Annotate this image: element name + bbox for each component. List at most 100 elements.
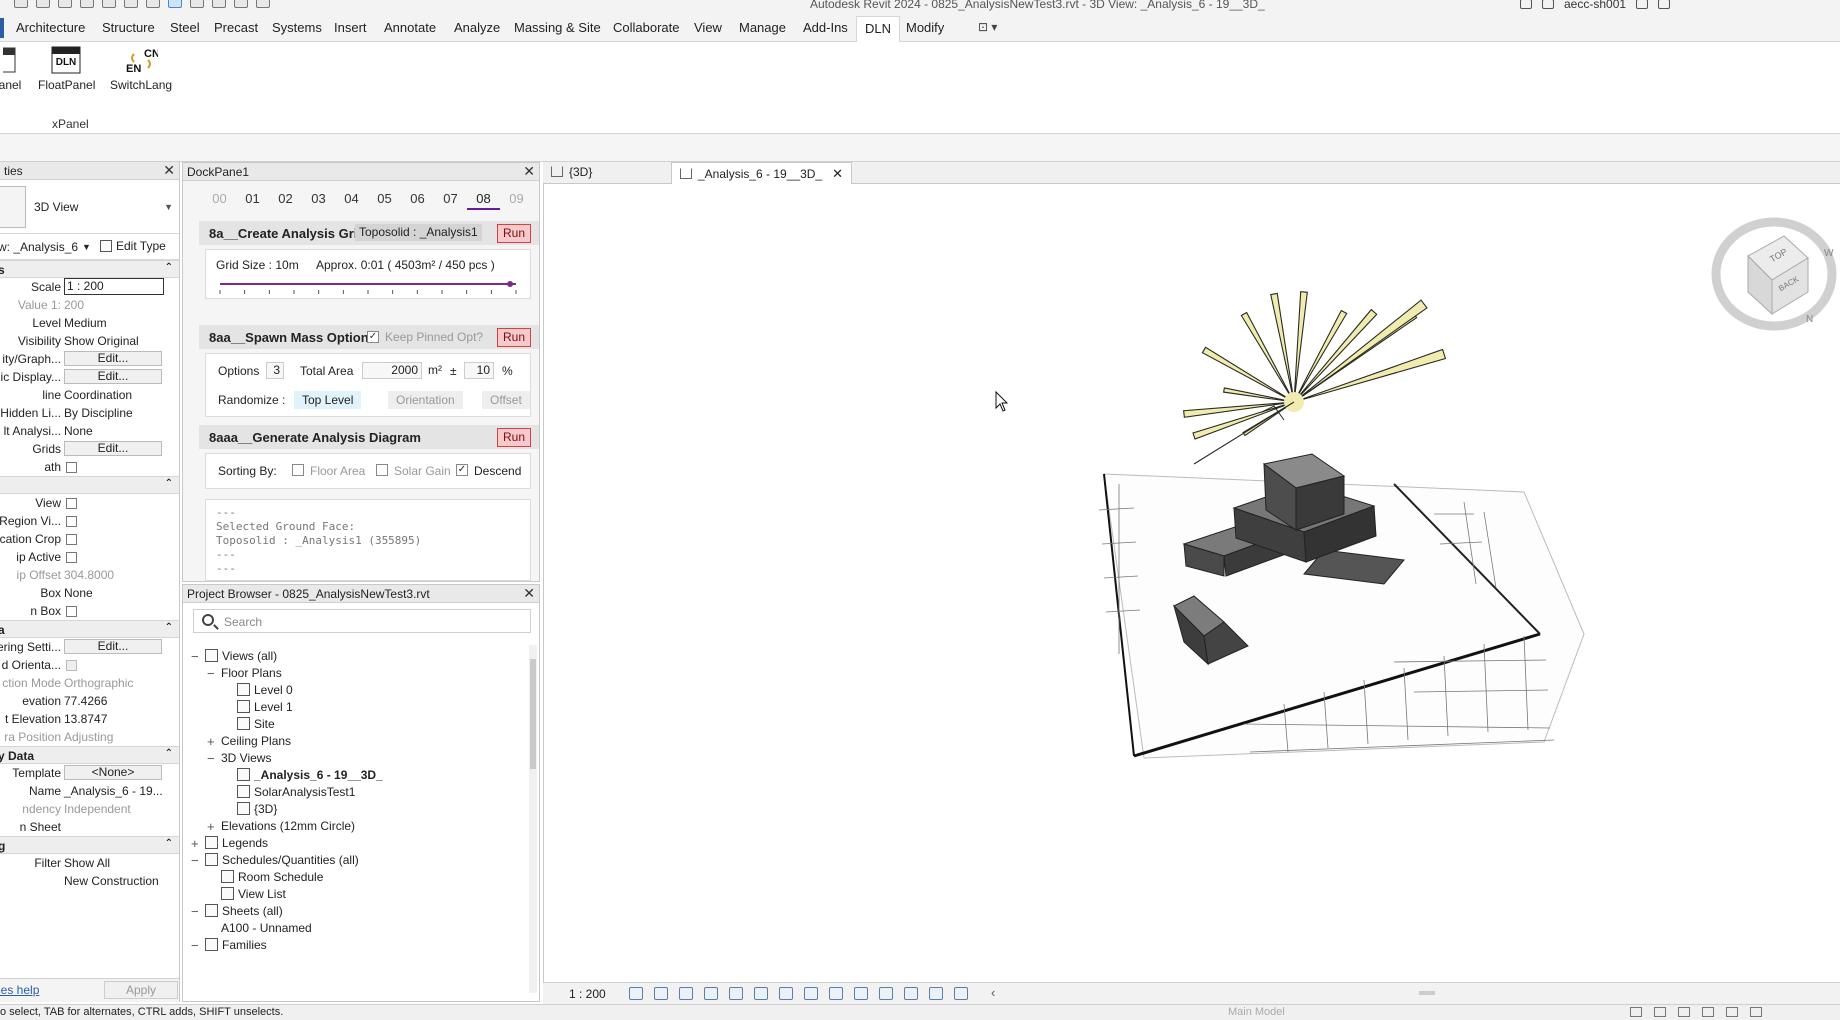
browser-item[interactable]: − Families bbox=[191, 938, 267, 956]
detail-level-icon[interactable] bbox=[629, 987, 643, 1000]
property-value[interactable]: _Analysis_6 - 19... bbox=[64, 784, 163, 798]
tab-3d[interactable]: {3D} bbox=[551, 165, 592, 179]
property-value[interactable]: 304.8000 bbox=[64, 568, 114, 582]
close-icon[interactable]: ✕ bbox=[523, 585, 535, 602]
property-input[interactable]: 1 : 200 bbox=[64, 278, 164, 295]
tab-annotate[interactable]: Annotate bbox=[384, 20, 436, 35]
view-scale[interactable]: 1 : 200 bbox=[569, 987, 606, 1001]
browser-item[interactable]: + Elevations (12mm Circle) bbox=[207, 819, 355, 837]
edit-type-button[interactable]: Edit Type bbox=[100, 239, 166, 253]
cart-icon[interactable] bbox=[1636, 0, 1649, 9]
tab-modify[interactable]: Modify bbox=[906, 20, 944, 35]
user-name[interactable]: aecc-sh001 bbox=[1564, 0, 1626, 11]
properties-section[interactable]: s⌃ bbox=[0, 260, 179, 278]
property-value[interactable]: New Construction bbox=[64, 874, 159, 888]
browser-item[interactable]: Site bbox=[237, 717, 275, 735]
property-edit-button[interactable]: Edit... bbox=[64, 369, 162, 384]
step-tab-07[interactable]: 07 bbox=[434, 191, 467, 210]
community-icon[interactable] bbox=[1520, 0, 1532, 9]
chevron-left-icon[interactable]: ‹ bbox=[991, 985, 995, 1000]
grids-run-button[interactable]: Run bbox=[497, 224, 531, 243]
close-icon[interactable]: ✕ bbox=[163, 162, 175, 179]
select-pinned-icon[interactable] bbox=[1678, 1007, 1690, 1017]
collapse-icon[interactable]: ⌃ bbox=[165, 748, 173, 759]
browser-item[interactable]: A100 - Unnamed bbox=[221, 921, 312, 939]
browser-item[interactable]: View List bbox=[221, 887, 286, 905]
collapse-icon[interactable]: − bbox=[207, 666, 215, 681]
property-checkbox[interactable] bbox=[66, 552, 77, 563]
collapse-icon[interactable]: ⌃ bbox=[165, 622, 173, 633]
filter-icon[interactable] bbox=[1750, 1007, 1762, 1017]
collapse-icon[interactable]: − bbox=[191, 649, 199, 664]
property-value[interactable]: Show All bbox=[64, 856, 110, 870]
switch-windows-icon[interactable] bbox=[256, 0, 270, 8]
show-analysis-icon[interactable] bbox=[954, 987, 968, 1000]
tab-add-ins[interactable]: Add-Ins bbox=[803, 20, 848, 35]
tab-steel[interactable]: Steel bbox=[170, 20, 200, 35]
temporary-hide-icon[interactable] bbox=[804, 987, 818, 1000]
user-icon[interactable] bbox=[1542, 0, 1554, 9]
properties-help-link[interactable]: ies help bbox=[0, 983, 39, 997]
browser-item[interactable]: − Floor Plans bbox=[207, 666, 282, 684]
undo-icon[interactable] bbox=[80, 0, 94, 8]
property-edit-button[interactable]: Edit... bbox=[64, 441, 162, 456]
properties-section[interactable]: g⌃ bbox=[0, 836, 179, 854]
step-tab-01[interactable]: 01 bbox=[236, 191, 269, 210]
dimension-icon[interactable] bbox=[190, 0, 204, 8]
tab-analysis-3d[interactable]: _Analysis_6 - 19__3D_ ✕ bbox=[671, 162, 852, 184]
browser-item[interactable]: Level 0 bbox=[237, 683, 293, 701]
step-tab-04[interactable]: 04 bbox=[335, 191, 368, 210]
view-cube[interactable]: TOP BACK N W bbox=[1711, 217, 1837, 331]
toposolid-tag[interactable]: Toposolid : _Analysis1 bbox=[355, 224, 482, 241]
floor-area-checkbox[interactable] bbox=[292, 464, 304, 476]
total-area-input[interactable]: 2000 bbox=[362, 362, 422, 379]
browser-item[interactable]: SolarAnalysisTest1 bbox=[237, 785, 355, 803]
collapse-icon[interactable]: ⌃ bbox=[165, 262, 173, 273]
expand-icon[interactable]: + bbox=[207, 734, 215, 749]
diagram-run-button[interactable]: Run bbox=[497, 428, 531, 447]
grid-size-slider[interactable] bbox=[216, 280, 526, 294]
switchlang-button[interactable]: CN EN SwitchLang bbox=[110, 46, 172, 92]
browser-item[interactable]: {3D} bbox=[237, 802, 277, 820]
property-value[interactable]: Medium bbox=[64, 316, 107, 330]
reveal-hidden-icon[interactable] bbox=[829, 987, 843, 1000]
select-by-face-icon[interactable] bbox=[1702, 1007, 1714, 1017]
visual-style-icon[interactable] bbox=[654, 987, 668, 1000]
redo-icon[interactable] bbox=[102, 0, 116, 8]
descend-checkbox[interactable]: ✓ bbox=[456, 464, 468, 476]
tab-insert[interactable]: Insert bbox=[334, 20, 367, 35]
select-underlay-icon[interactable] bbox=[1654, 1007, 1666, 1017]
tab-systems[interactable]: Systems bbox=[272, 20, 322, 35]
sun-path-icon[interactable] bbox=[679, 987, 693, 1000]
property-value[interactable]: 200 bbox=[64, 298, 84, 312]
properties-section[interactable]: y Data ⌃ bbox=[0, 746, 179, 764]
drag-elements-icon[interactable] bbox=[1726, 1007, 1738, 1017]
collapse-icon[interactable]: − bbox=[191, 938, 199, 953]
tab-precast[interactable]: Precast bbox=[214, 20, 258, 35]
solar-gain-checkbox[interactable] bbox=[376, 464, 388, 476]
property-value[interactable]: Orthographic bbox=[64, 676, 133, 690]
browser-item[interactable]: − Schedules/Quantities (all) bbox=[191, 853, 359, 871]
randomize-orientation[interactable]: Orientation bbox=[388, 391, 463, 409]
step-tab-02[interactable]: 02 bbox=[269, 191, 302, 210]
file-tab-edge[interactable] bbox=[0, 18, 4, 38]
search-input[interactable]: Search bbox=[193, 609, 531, 633]
randomize-top-level[interactable]: Top Level bbox=[294, 391, 362, 409]
panel-button[interactable]: anel bbox=[0, 46, 22, 92]
reveal-constraints-icon[interactable] bbox=[929, 987, 943, 1000]
measure-icon[interactable] bbox=[146, 0, 160, 8]
step-tab-05[interactable]: 05 bbox=[368, 191, 401, 210]
tab-structure[interactable]: Structure bbox=[102, 20, 155, 35]
slider-thumb[interactable] bbox=[507, 281, 514, 287]
browser-item[interactable]: −3D Views bbox=[207, 751, 271, 769]
property-value[interactable]: Show Original bbox=[64, 334, 139, 348]
collapse-icon[interactable]: ⌃ bbox=[165, 478, 173, 489]
close-icon[interactable]: ✕ bbox=[832, 166, 843, 181]
property-value[interactable]: Adjusting bbox=[64, 730, 113, 744]
floatpanel-button[interactable]: DLN FloatPanel bbox=[38, 46, 95, 92]
worksharing-icon[interactable] bbox=[854, 987, 868, 1000]
help-icon[interactable] bbox=[1658, 0, 1671, 9]
save-icon[interactable] bbox=[36, 0, 50, 8]
3d-view-canvas[interactable]: TOP BACK N W bbox=[543, 184, 1840, 982]
tab-manage[interactable]: Manage bbox=[739, 20, 786, 35]
